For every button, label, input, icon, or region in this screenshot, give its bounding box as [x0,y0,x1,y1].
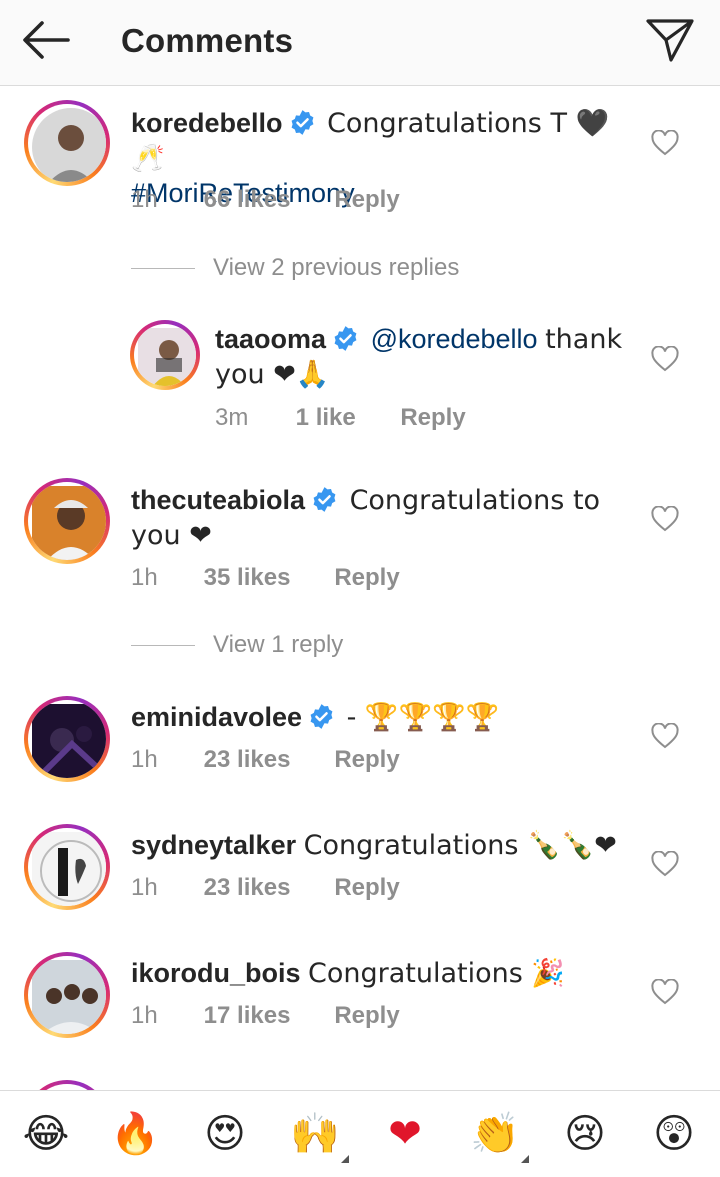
comment-meta: 1h 23 likes Reply [131,746,400,774]
username[interactable]: sydneytalker [131,830,296,860]
comment-text: - 🏆🏆🏆🏆 [346,702,500,733]
heart-outline-icon[interactable] [651,505,679,532]
username[interactable]: ikorodu_bois [131,958,301,988]
comment-meta: 1h 17 likes Reply [131,1002,400,1030]
page-title: Comments [121,22,294,59]
heart-outline-icon[interactable] [651,722,679,749]
laughing-emoji-button[interactable]: 😂 [18,1109,74,1159]
mention-link[interactable]: @koredebello [371,324,538,354]
heart-outline-icon[interactable] [651,345,679,372]
reply-button[interactable]: Reply [334,1002,399,1030]
view-replies-label: View 2 previous replies [213,254,460,281]
view-reply-button[interactable]: View 1 reply [131,631,343,659]
comment-time: 3m [215,404,249,431]
likes-count[interactable]: 35 likes [204,564,328,592]
comment-body: eminidavolee - 🏆🏆🏆🏆 [131,700,621,735]
divider-line [131,268,195,270]
comment-time: 1h [131,1002,158,1029]
verified-badge-icon [334,326,357,351]
verified-badge-icon [313,487,336,512]
reply-button[interactable]: Reply [334,746,399,774]
view-previous-replies-button[interactable]: View 2 previous replies [131,254,459,282]
crying-emoji-button[interactable]: 😢 [557,1109,613,1159]
avatar[interactable] [24,952,110,1038]
comment-meta: 3m 1 like Reply [215,404,466,432]
comment-body: taaooma @koredebello thank you ❤🙏 [215,322,635,392]
red-heart-emoji-button[interactable]: ❤ [377,1109,433,1159]
avatar[interactable] [24,100,110,186]
comment-time: 1h [131,564,158,591]
comment-body: ikorodu_bois Congratulations 🎉 [131,956,621,991]
username[interactable]: thecuteabiola [131,485,305,515]
clapping-emoji-button[interactable]: 👏 [467,1109,529,1163]
comment-time: 1h [131,186,158,213]
avatar[interactable] [24,478,110,564]
verified-badge-icon [310,704,333,729]
reply-button[interactable]: Reply [334,186,399,214]
username[interactable]: eminidavolee [131,702,302,732]
comment-body: thecuteabiola Congratulations to you ❤ [131,483,621,553]
paper-plane-icon[interactable] [644,14,696,66]
avatar[interactable] [130,320,200,390]
avatar[interactable] [24,824,110,910]
divider-line [131,645,195,647]
heart-outline-icon[interactable] [651,129,679,156]
avatar[interactable] [24,696,110,782]
raised-hands-emoji-button[interactable]: 🙌 [287,1109,349,1163]
reply-button[interactable]: Reply [400,404,465,432]
header-bar: Comments [0,0,720,86]
comment-meta: 1h 66 likes Reply [131,186,400,214]
fire-emoji-button[interactable]: 🔥 [107,1109,163,1159]
view-replies-label: View 1 reply [213,631,344,658]
heart-outline-icon[interactable] [651,978,679,1005]
emoji-quick-reaction-bar: 😂 🔥 😍 🙌 ❤ 👏 😢 😲 [0,1090,720,1177]
verified-badge-icon [291,110,313,135]
comment-time: 1h [131,746,158,773]
heart-eyes-emoji-button[interactable]: 😍 [197,1109,253,1159]
reply-button[interactable]: Reply [334,874,399,902]
comment-body: sydneytalker Congratulations 🍾🍾❤ [131,828,621,863]
astonished-emoji-button[interactable]: 😲 [646,1109,702,1159]
likes-count[interactable]: 17 likes [204,1002,328,1030]
back-arrow-icon[interactable] [20,18,72,62]
comment-text: Congratulations 🎉 [308,958,566,989]
username[interactable]: taaooma [215,324,326,354]
reply-button[interactable]: Reply [334,564,399,592]
comment-time: 1h [131,874,158,901]
likes-count[interactable]: 23 likes [204,874,328,902]
comment-meta: 1h 23 likes Reply [131,874,400,902]
skin-tone-indicator-icon [521,1155,529,1163]
likes-count[interactable]: 66 likes [204,186,328,214]
username[interactable]: koredebello [131,108,283,138]
clapping-emoji: 👏 [470,1111,520,1157]
heart-outline-icon[interactable] [651,850,679,877]
skin-tone-indicator-icon [341,1155,349,1163]
raised-hands-emoji: 🙌 [290,1111,340,1157]
comment-text: Congratulations 🍾🍾❤ [303,830,617,861]
comment-meta: 1h 35 likes Reply [131,564,400,592]
likes-count[interactable]: 1 like [296,404,394,432]
likes-count[interactable]: 23 likes [204,746,328,774]
